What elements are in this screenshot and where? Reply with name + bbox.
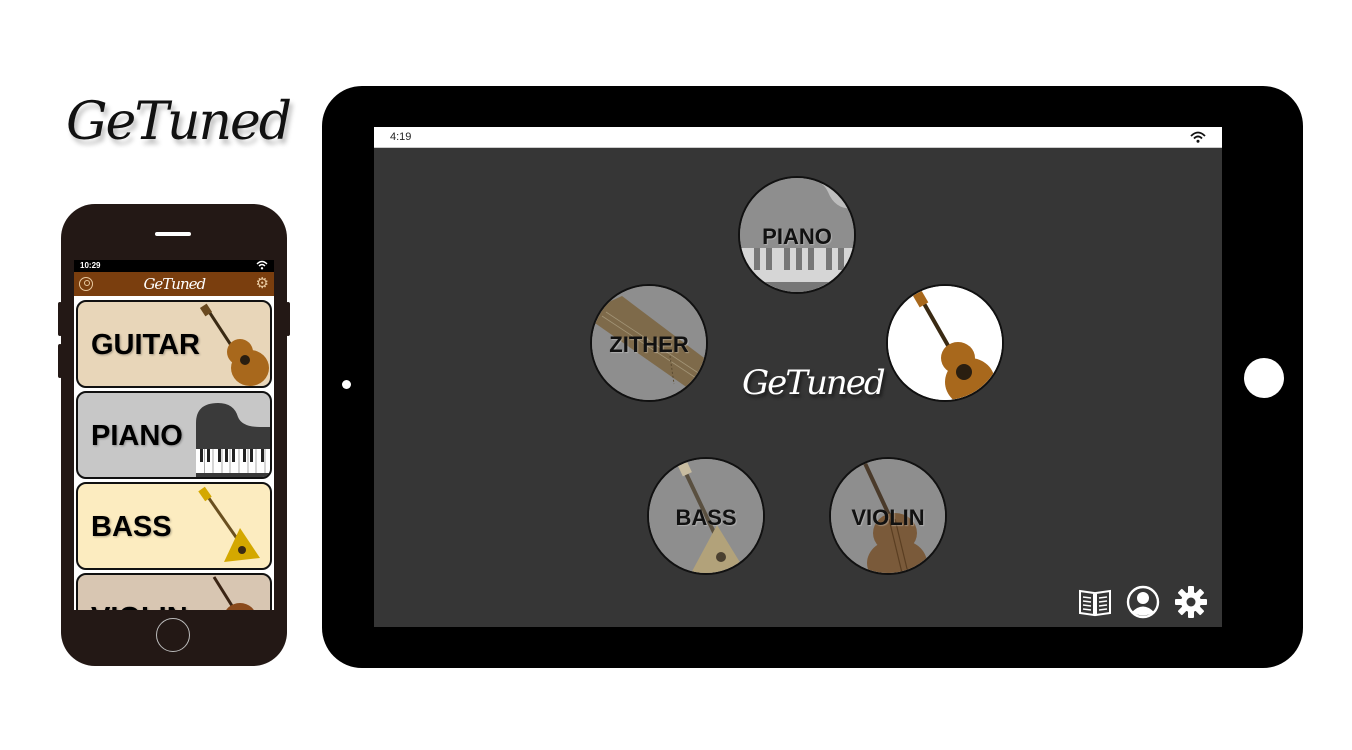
violin-icon <box>212 576 254 610</box>
instrument-zither-button[interactable]: ZITHER <box>590 284 708 402</box>
instrument-bass-button[interactable]: BASS <box>647 457 765 575</box>
instrument-label: PIANO <box>762 224 832 249</box>
instrument-label: BASS <box>675 505 737 530</box>
phone-app-header: GeTuned ⚙ <box>74 272 274 296</box>
instrument-piano-button[interactable]: PIANO <box>738 176 856 294</box>
tablet-home-button[interactable] <box>1244 358 1284 398</box>
tablet-center-logo: GeTuned <box>742 363 886 403</box>
instrument-card-violin[interactable]: VIOLIN <box>76 573 272 610</box>
phone-volume-button <box>58 302 62 336</box>
book-icon[interactable] <box>1078 585 1112 619</box>
phone-header-logo: GeTuned <box>143 275 206 293</box>
bass-icon <box>198 486 260 562</box>
instrument-card-guitar[interactable]: GUITAR <box>76 300 272 388</box>
piano-icon <box>196 403 270 477</box>
tablet-status-bar: 4:19 <box>374 127 1222 148</box>
phone-status-bar: 10:29 <box>74 260 274 272</box>
wifi-icon <box>1190 131 1206 143</box>
instrument-label: ZITHER <box>609 332 689 357</box>
wifi-icon <box>256 260 268 270</box>
tablet-toolbar <box>1078 585 1208 619</box>
tablet-camera <box>342 380 351 389</box>
instrument-violin-button[interactable]: VIOLIN <box>829 457 947 575</box>
instrument-label: VIOLIN <box>851 505 925 530</box>
instrument-card-label: VIOLIN <box>91 602 188 610</box>
instrument-card-label: GUITAR <box>91 329 201 361</box>
guitar-icon <box>199 303 269 386</box>
tablet-device: 4:19 PIANO ZITHER BASS VIOLIN GeTuned <box>322 86 1303 668</box>
phone-speaker <box>155 232 191 236</box>
instrument-card-label: PIANO <box>91 420 183 452</box>
settings-icon[interactable] <box>1174 585 1208 619</box>
phone-home-button[interactable] <box>156 618 190 652</box>
brand-logo-text: GeTuned <box>66 92 292 152</box>
phone-instrument-list: GUITAR PIANO BASS <box>74 296 274 610</box>
settings-icon[interactable]: ⚙ <box>256 276 269 291</box>
tablet-status-time: 4:19 <box>390 131 412 143</box>
profile-icon[interactable] <box>79 277 93 291</box>
profile-icon[interactable] <box>1126 585 1160 619</box>
phone-screen: 10:29 GeTuned ⚙ GUITAR PIANO BASS <box>74 260 274 610</box>
guitar-icon <box>888 286 1002 400</box>
instrument-card-bass[interactable]: BASS <box>76 482 272 570</box>
brand-logo: GeTuned <box>66 92 292 182</box>
instrument-card-label: BASS <box>91 511 172 543</box>
instrument-guitar-button[interactable] <box>886 284 1004 402</box>
phone-device: 10:29 GeTuned ⚙ GUITAR PIANO BASS <box>58 204 290 666</box>
phone-volume-button <box>58 344 62 378</box>
tablet-screen: 4:19 PIANO ZITHER BASS VIOLIN GeTuned <box>374 127 1222 627</box>
phone-power-button <box>286 302 290 336</box>
instrument-card-piano[interactable]: PIANO <box>76 391 272 479</box>
phone-status-time: 10:29 <box>80 261 101 270</box>
